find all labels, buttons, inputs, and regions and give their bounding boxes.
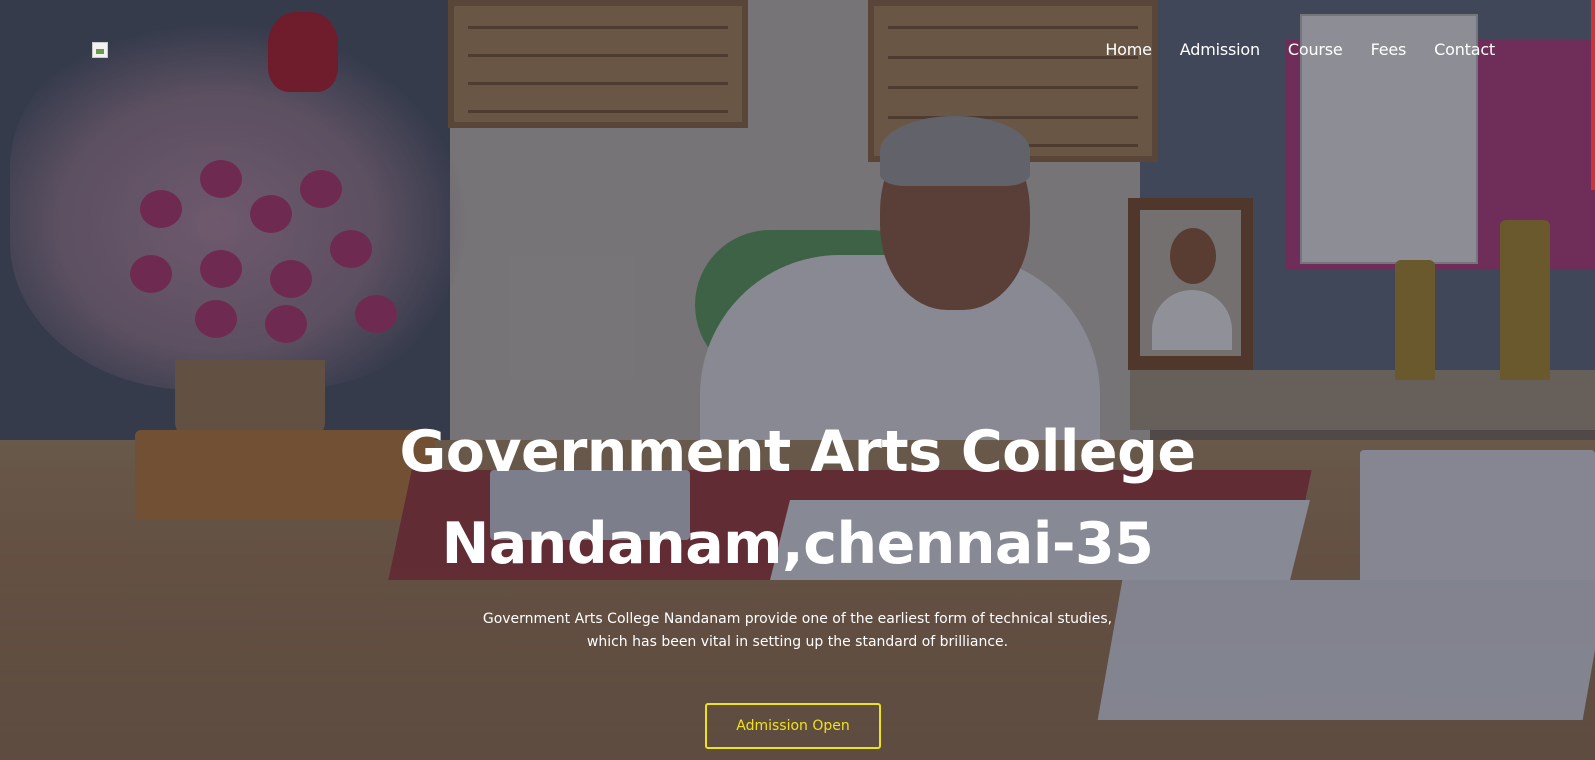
nav-link-contact[interactable]: Contact (1434, 40, 1495, 59)
nav-link-course[interactable]: Course (1288, 40, 1343, 59)
hero-title-line1: Government Arts College (399, 419, 1196, 485)
hero-subtitle: Government Arts College Nandanam provide… (0, 608, 1595, 654)
admission-open-button[interactable]: Admission Open (705, 703, 881, 749)
logo-image[interactable] (92, 42, 108, 58)
hero-subtitle-line1: Government Arts College Nandanam provide… (482, 611, 1113, 627)
hero-title-line2: Nandanam,chennai-35 (441, 511, 1154, 577)
nav-link-fees[interactable]: Fees (1371, 40, 1407, 59)
main-nav: Home Admission Course Fees Contact (1105, 40, 1495, 59)
scroll-indicator (1591, 0, 1595, 190)
nav-link-admission[interactable]: Admission (1180, 40, 1260, 59)
nav-link-home[interactable]: Home (1105, 40, 1152, 59)
hero-title: Government Arts College Nandanam,chennai… (0, 406, 1595, 590)
hero-subtitle-line2: which has been vital in setting up the s… (586, 634, 1009, 650)
